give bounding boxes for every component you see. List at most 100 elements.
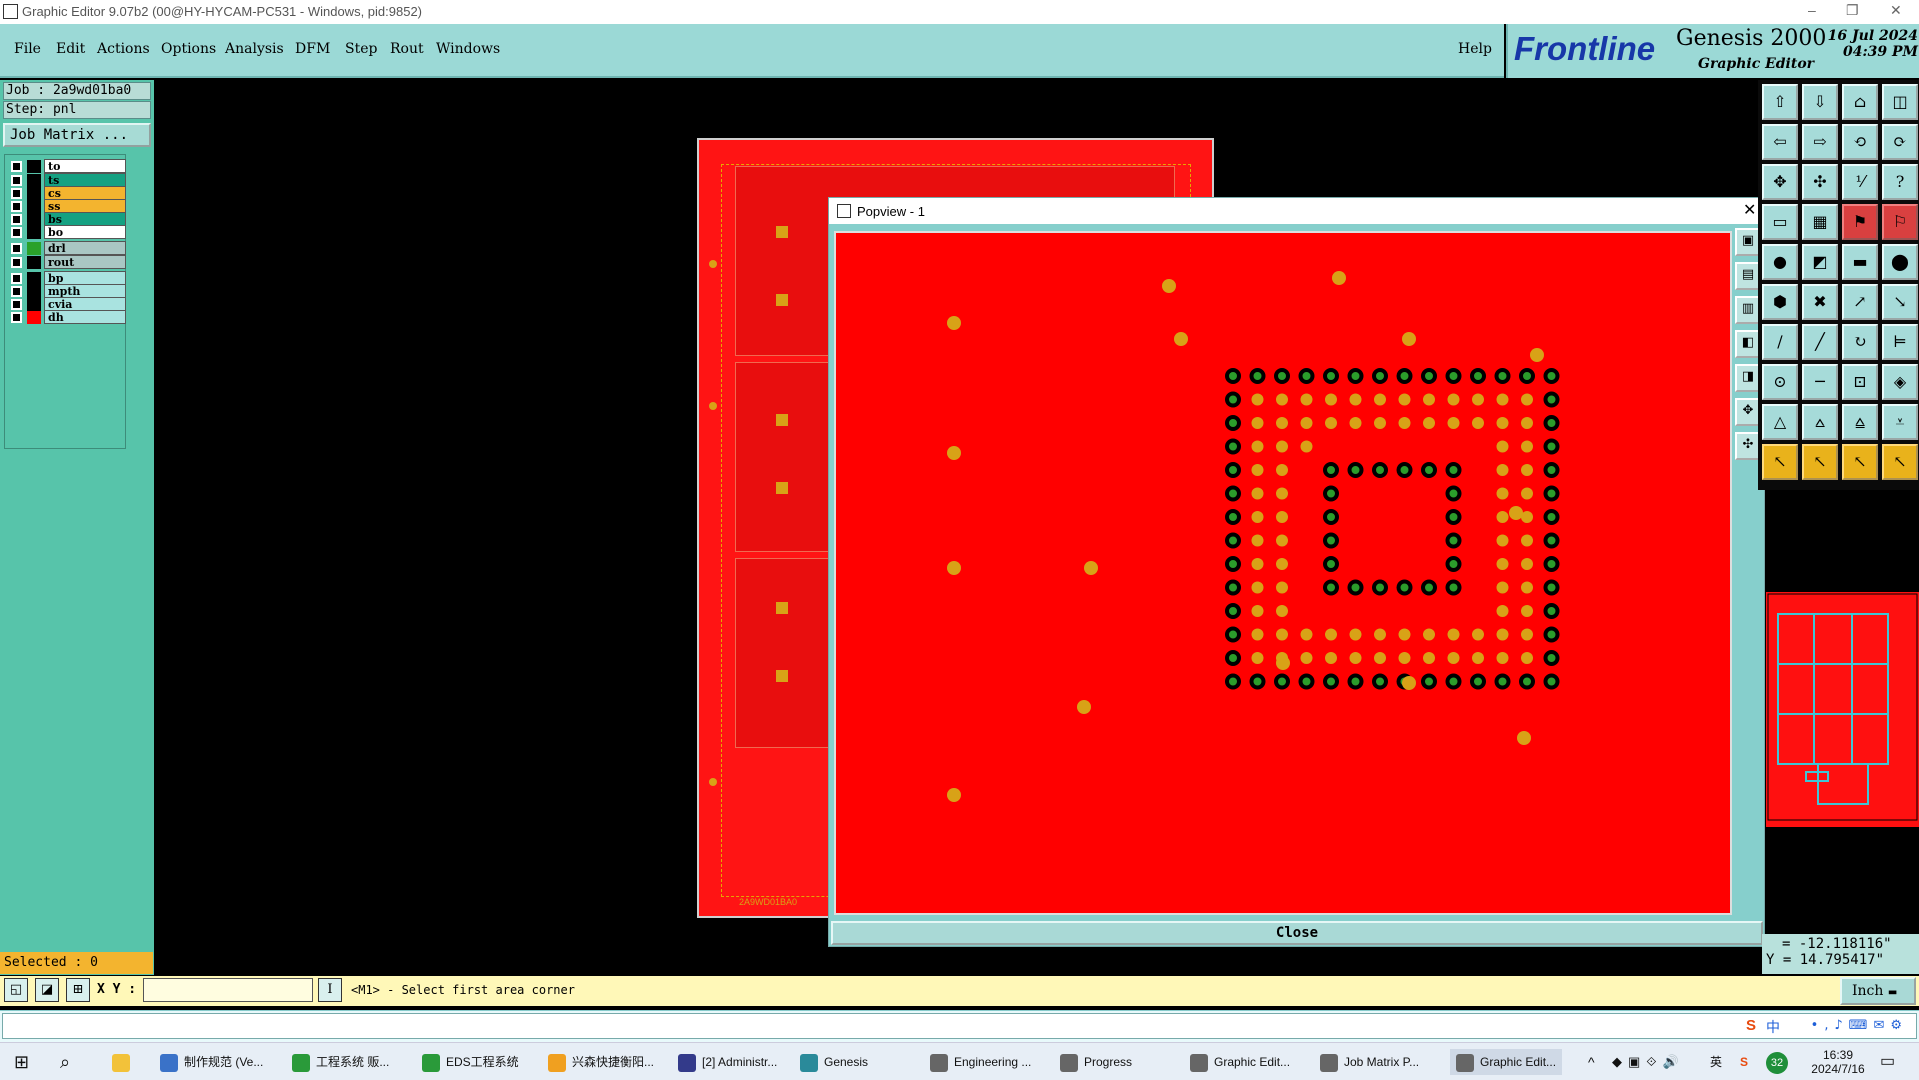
popview-close-button[interactable]: Close [831, 921, 1763, 945]
layer-name[interactable]: bs [44, 212, 126, 226]
tool-button-icon[interactable]: ⊡ [1842, 364, 1878, 400]
tool-button-icon[interactable]: ⌂ [1842, 84, 1878, 120]
layer-row-ts[interactable]: ts [8, 173, 126, 187]
tool-button-icon[interactable]: ✖ [1802, 284, 1838, 320]
layer-row-mpth[interactable]: mpth [8, 284, 126, 298]
layer-color-swatch[interactable] [27, 160, 41, 173]
layer-checkbox[interactable] [11, 214, 22, 225]
taskbar-item[interactable]: Job Matrix P... [1320, 1049, 1419, 1075]
tool-button-icon[interactable]: ✥ [1762, 164, 1798, 200]
tool-button-icon[interactable]: ▭ [1762, 204, 1798, 240]
tool-button-icon[interactable]: ⊨ [1882, 324, 1918, 360]
tool-button-icon[interactable]: ↖ [1762, 444, 1798, 480]
tool-button-icon[interactable]: ⬤ [1882, 244, 1918, 280]
tray-icons[interactable]: ◆▣⟐🔊 [1612, 1049, 1685, 1075]
layer-row-cs[interactable]: cs [8, 186, 126, 200]
layer-checkbox[interactable] [11, 257, 22, 268]
taskbar-item[interactable]: Graphic Edit... [1190, 1049, 1290, 1075]
layer-row-to[interactable]: to [8, 159, 126, 173]
info-icon[interactable]: I [318, 978, 342, 1002]
layer-checkbox[interactable] [11, 243, 22, 254]
ime-toolbar-icons[interactable]: •‚♪⌨✉⚙ [1811, 1018, 1908, 1033]
menu-edit[interactable]: Edit [56, 41, 85, 57]
restore-button[interactable]: ❐ [1846, 2, 1859, 19]
tool-button-icon[interactable]: ↖ [1802, 444, 1838, 480]
notification-icon[interactable]: ▭ [1880, 1049, 1895, 1075]
tool-button-icon[interactable]: ⚐ [1882, 204, 1918, 240]
popview-close-icon[interactable]: ✕ [1743, 200, 1756, 220]
tool-button-icon[interactable]: ⩟ [1802, 404, 1838, 440]
grid-icon[interactable]: ⊞ [66, 978, 90, 1002]
tool-button-icon[interactable]: ╱ [1802, 324, 1838, 360]
menu-analysis[interactable]: Analysis [225, 41, 284, 57]
tool-button-icon[interactable]: ● [1762, 244, 1798, 280]
snap-icon[interactable]: ◱ [4, 978, 28, 1002]
tool-button-icon[interactable]: ⚑ [1842, 204, 1878, 240]
layer-row-bs[interactable]: bs [8, 212, 126, 226]
taskbar-item[interactable]: Genesis [800, 1049, 868, 1075]
tool-button-icon[interactable]: ◈ [1882, 364, 1918, 400]
tool-button-icon[interactable]: ⇨ [1802, 124, 1838, 160]
layer-name[interactable]: dh [44, 310, 126, 324]
layer-name[interactable]: to [44, 159, 126, 173]
file-explorer-icon[interactable] [112, 1049, 136, 1075]
layer-name[interactable]: bo [44, 225, 126, 239]
menu-file[interactable]: File [14, 41, 41, 57]
close-window-button[interactable]: ✕ [1890, 2, 1902, 19]
tool-button-icon[interactable]: ? [1882, 164, 1918, 200]
layer-checkbox[interactable] [11, 312, 22, 323]
layer-checkbox[interactable] [11, 273, 22, 284]
layer-name[interactable]: ss [44, 199, 126, 213]
measure-icon[interactable]: ◪ [35, 978, 59, 1002]
layer-checkbox[interactable] [11, 175, 22, 186]
layer-name[interactable]: ts [44, 173, 126, 187]
tool-button-icon[interactable]: ⅟ [1842, 164, 1878, 200]
layer-name[interactable]: rout [44, 255, 126, 269]
taskbar-item[interactable]: 工程系统 贩... [292, 1049, 389, 1075]
layer-name[interactable]: cvia [44, 297, 126, 311]
menu-actions[interactable]: Actions [97, 41, 150, 57]
menu-options[interactable]: Options [161, 41, 216, 57]
layer-name[interactable]: cs [44, 186, 126, 200]
tool-button-icon[interactable]: ↗ [1842, 284, 1878, 320]
menu-step[interactable]: Step [345, 41, 377, 57]
notification-badge[interactable]: 32 [1766, 1049, 1788, 1075]
tool-button-icon[interactable]: ⟲ [1842, 124, 1878, 160]
layer-name[interactable]: bp [44, 271, 126, 285]
tool-button-icon[interactable]: ↘ [1882, 284, 1918, 320]
tool-button-icon[interactable]: ◩ [1802, 244, 1838, 280]
tool-button-icon[interactable]: ⇧ [1762, 84, 1798, 120]
tray-clock[interactable]: 16:39 2024/7/16 [1808, 1048, 1868, 1076]
tool-button-icon[interactable]: ⇩ [1802, 84, 1838, 120]
layer-checkbox[interactable] [11, 299, 22, 310]
layer-color-swatch[interactable] [27, 256, 41, 269]
layer-row-dh[interactable]: dh [8, 310, 126, 324]
taskbar-item[interactable]: 制作规范 (Ve... [160, 1049, 263, 1075]
taskbar-item[interactable]: Engineering ... [930, 1049, 1031, 1075]
tool-button-icon[interactable]: ◫ [1882, 84, 1918, 120]
taskbar-item[interactable]: Graphic Edit... [1450, 1049, 1563, 1075]
tool-button-icon[interactable]: ⬢ [1762, 284, 1798, 320]
tool-button-icon[interactable]: ⊙ [1762, 364, 1798, 400]
unit-select[interactable]: Inch ▬ [1840, 977, 1916, 1005]
layer-row-rout[interactable]: rout [8, 255, 126, 269]
tool-button-icon[interactable]: ∕ [1762, 324, 1798, 360]
menu-dfm[interactable]: DFM [295, 41, 330, 57]
layer-checkbox[interactable] [11, 227, 22, 238]
layer-row-bp[interactable]: bp [8, 271, 126, 285]
sogou-ime-icon[interactable]: S [1746, 1017, 1756, 1034]
minimize-button[interactable]: – [1808, 2, 1816, 18]
layer-checkbox[interactable] [11, 286, 22, 297]
layer-row-bo[interactable]: bo [8, 225, 126, 239]
tool-button-icon[interactable]: ↖ [1882, 444, 1918, 480]
layer-row-cvia[interactable]: cvia [8, 297, 126, 311]
tool-button-icon[interactable]: ⇦ [1762, 124, 1798, 160]
start-icon[interactable]: ⊞ [14, 1049, 29, 1075]
mini-map[interactable] [1766, 592, 1919, 827]
tool-button-icon[interactable]: ⩡ [1882, 404, 1918, 440]
sogou-tray-icon[interactable]: S [1740, 1049, 1748, 1075]
tool-button-icon[interactable]: ▬ [1842, 244, 1878, 280]
menu-windows[interactable]: Windows [436, 41, 500, 57]
layer-row-ss[interactable]: ss [8, 199, 126, 213]
tray-language[interactable]: 英 [1710, 1049, 1722, 1075]
